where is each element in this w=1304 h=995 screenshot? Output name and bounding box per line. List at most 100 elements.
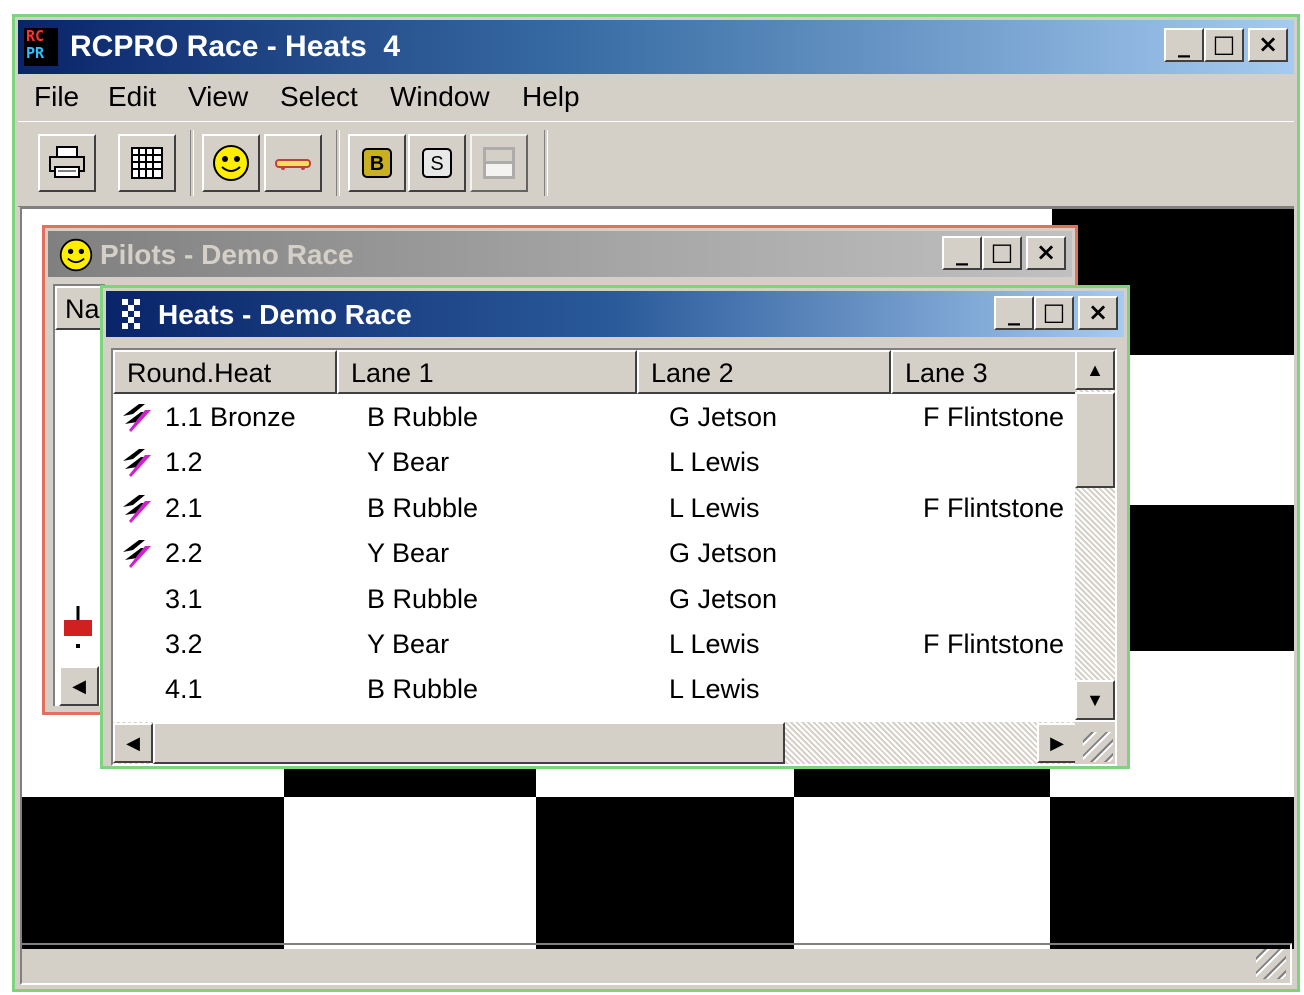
cell-lane-2: G Jetson — [669, 583, 778, 614]
smiley-icon — [59, 238, 93, 272]
menu-view[interactable]: View — [188, 81, 248, 113]
column-header-lane-2[interactable]: Lane 2 — [637, 350, 891, 394]
cell-lane-2: L Lewis — [669, 492, 760, 523]
grid-button[interactable] — [118, 134, 176, 192]
heats-header-row: Round.Heat Lane 1 Lane 2 Lane 3 — [113, 350, 1077, 394]
cell-heat: 2.1 — [165, 492, 203, 523]
pilots-column-header[interactable]: Na — [55, 286, 105, 330]
scroll-down-button[interactable]: ▼ — [1075, 680, 1115, 720]
rcpro-logo-icon: RC PR — [24, 28, 58, 66]
s-box-icon: S — [422, 148, 452, 178]
scroll-up-button[interactable]: ▲ — [1075, 350, 1115, 390]
cell-lane-2: G Jetson — [669, 402, 778, 432]
toolbar-separator — [544, 130, 548, 196]
app-title: RCPRO Race - Heats 4 — [70, 30, 401, 63]
heats-vertical-scrollbar[interactable]: ▲ ▼ — [1075, 350, 1115, 720]
pilots-window-controls: _ □ × — [942, 236, 1066, 270]
cell-lane-1: Y Bear — [367, 628, 450, 659]
app-titlebar[interactable]: RC PR RCPRO Race - Heats 4 _ □ × — [18, 20, 1294, 74]
cell-lane-3: F Flintstone — [923, 402, 1065, 432]
printer-icon — [49, 146, 85, 178]
print-button[interactable] — [38, 134, 96, 192]
pilots-scroll-left-button[interactable]: ◀ — [59, 666, 99, 706]
b-button[interactable]: B — [348, 134, 406, 192]
b-box-icon: B — [362, 148, 392, 178]
column-header-lane-3[interactable]: Lane 3 — [891, 350, 1077, 394]
cars-button[interactable] — [264, 134, 322, 192]
app-maximize-button[interactable]: □ — [1204, 28, 1244, 62]
cell-lane-2: G Jetson — [669, 538, 778, 569]
cell-lane-1: B Rubble — [367, 583, 479, 614]
heat-flag-icon — [123, 404, 151, 432]
smiley-icon — [213, 145, 249, 181]
grid-icon — [131, 147, 163, 179]
heat-flag-icon — [123, 494, 151, 523]
cell-heat: 2.2 — [165, 538, 203, 569]
horizontal-scroll-thumb[interactable] — [153, 722, 785, 764]
app-minimize-button[interactable]: _ — [1164, 28, 1204, 62]
heats-window[interactable]: Heats - Demo Race _ □ × Round.Heat Lane … — [100, 285, 1130, 769]
scroll-right-button[interactable]: ▶ — [1037, 723, 1077, 763]
pilots-title: Pilots - Demo Race — [100, 239, 354, 270]
svg-text:B: B — [370, 153, 384, 175]
cell-lane-2: L Lewis — [669, 674, 760, 705]
column-header-round-heat[interactable]: Round.Heat — [113, 350, 337, 394]
cell-lane-3: F Flintstone — [923, 492, 1065, 523]
heats-list[interactable]: Round.Heat Lane 1 Lane 2 Lane 3 1.1 Bron… — [111, 348, 1117, 766]
cell-lane-1: B Rubble — [367, 492, 479, 523]
vertical-scroll-thumb[interactable] — [1075, 392, 1115, 488]
car-icon — [275, 159, 311, 170]
checker-square — [22, 797, 284, 949]
heats-horizontal-scrollbar[interactable]: ◀ ▶ — [113, 722, 1077, 764]
svg-text:S: S — [430, 153, 443, 175]
scroll-left-button[interactable]: ◀ — [113, 723, 153, 763]
cell-heat: 3.1 — [165, 583, 203, 614]
checker-square — [536, 797, 794, 949]
cell-heat: 1.1 Bronze — [165, 402, 296, 432]
cell-lane-1: Y Bear — [367, 447, 450, 478]
pilots-button[interactable] — [202, 134, 260, 192]
toolbar-separator — [336, 130, 340, 196]
car-icon — [64, 606, 92, 648]
pilots-close-button[interactable]: × — [1026, 236, 1066, 270]
cell-lane-1: B Rubble — [367, 674, 479, 705]
menu-bar: File Edit View Select Window Help — [18, 75, 1294, 119]
resize-grip-icon — [1083, 732, 1113, 762]
heats-close-button[interactable]: × — [1078, 296, 1118, 330]
cell-lane-3: F Flintstone — [923, 628, 1065, 659]
menu-select[interactable]: Select — [280, 81, 358, 113]
app-window: RC PR RCPRO Race - Heats 4 _ □ × File Ed… — [12, 14, 1300, 992]
pilots-titlebar[interactable]: Pilots - Demo Race _ □ × — [48, 231, 1072, 277]
menu-help[interactable]: Help — [522, 81, 580, 113]
toolbar: B S — [18, 121, 1294, 207]
panel-button[interactable] — [470, 134, 528, 192]
cell-lane-2: L Lewis — [669, 447, 760, 478]
heat-flag-icon — [123, 449, 151, 478]
menu-edit[interactable]: Edit — [108, 81, 156, 113]
pilots-maximize-button[interactable]: □ — [982, 236, 1022, 270]
mdi-workspace: Pilots - Demo Race _ □ × Na ◀ Heats - De… — [20, 207, 1294, 949]
heat-flag-icon — [123, 540, 151, 569]
s-button[interactable]: S — [408, 134, 466, 192]
column-header-lane-1[interactable]: Lane 1 — [337, 350, 637, 394]
heats-window-controls: _ □ × — [994, 296, 1118, 330]
size-grip[interactable] — [1075, 722, 1115, 764]
heats-minimize-button[interactable]: _ — [994, 296, 1034, 330]
resize-grip-icon[interactable] — [1256, 949, 1286, 979]
app-close-button[interactable]: × — [1248, 28, 1288, 62]
pilots-minimize-button[interactable]: _ — [942, 236, 982, 270]
status-bar — [20, 943, 1292, 985]
checkered-flag-icon — [122, 299, 140, 329]
checker-square — [1050, 797, 1294, 949]
heats-maximize-button[interactable]: □ — [1034, 296, 1074, 330]
heats-titlebar[interactable]: Heats - Demo Race _ □ × — [106, 291, 1124, 337]
menu-file[interactable]: File — [34, 81, 79, 113]
cell-heat: 1.2 — [165, 447, 203, 478]
toolbar-separator — [190, 130, 194, 196]
app-window-controls: _ □ × — [1164, 28, 1288, 62]
cell-lane-2: L Lewis — [669, 628, 760, 659]
pilots-list[interactable]: Na ◀ — [53, 284, 105, 706]
menu-window[interactable]: Window — [390, 81, 490, 113]
cell-heat: 3.2 — [165, 628, 203, 659]
cell-lane-1: Y Bear — [367, 538, 450, 569]
